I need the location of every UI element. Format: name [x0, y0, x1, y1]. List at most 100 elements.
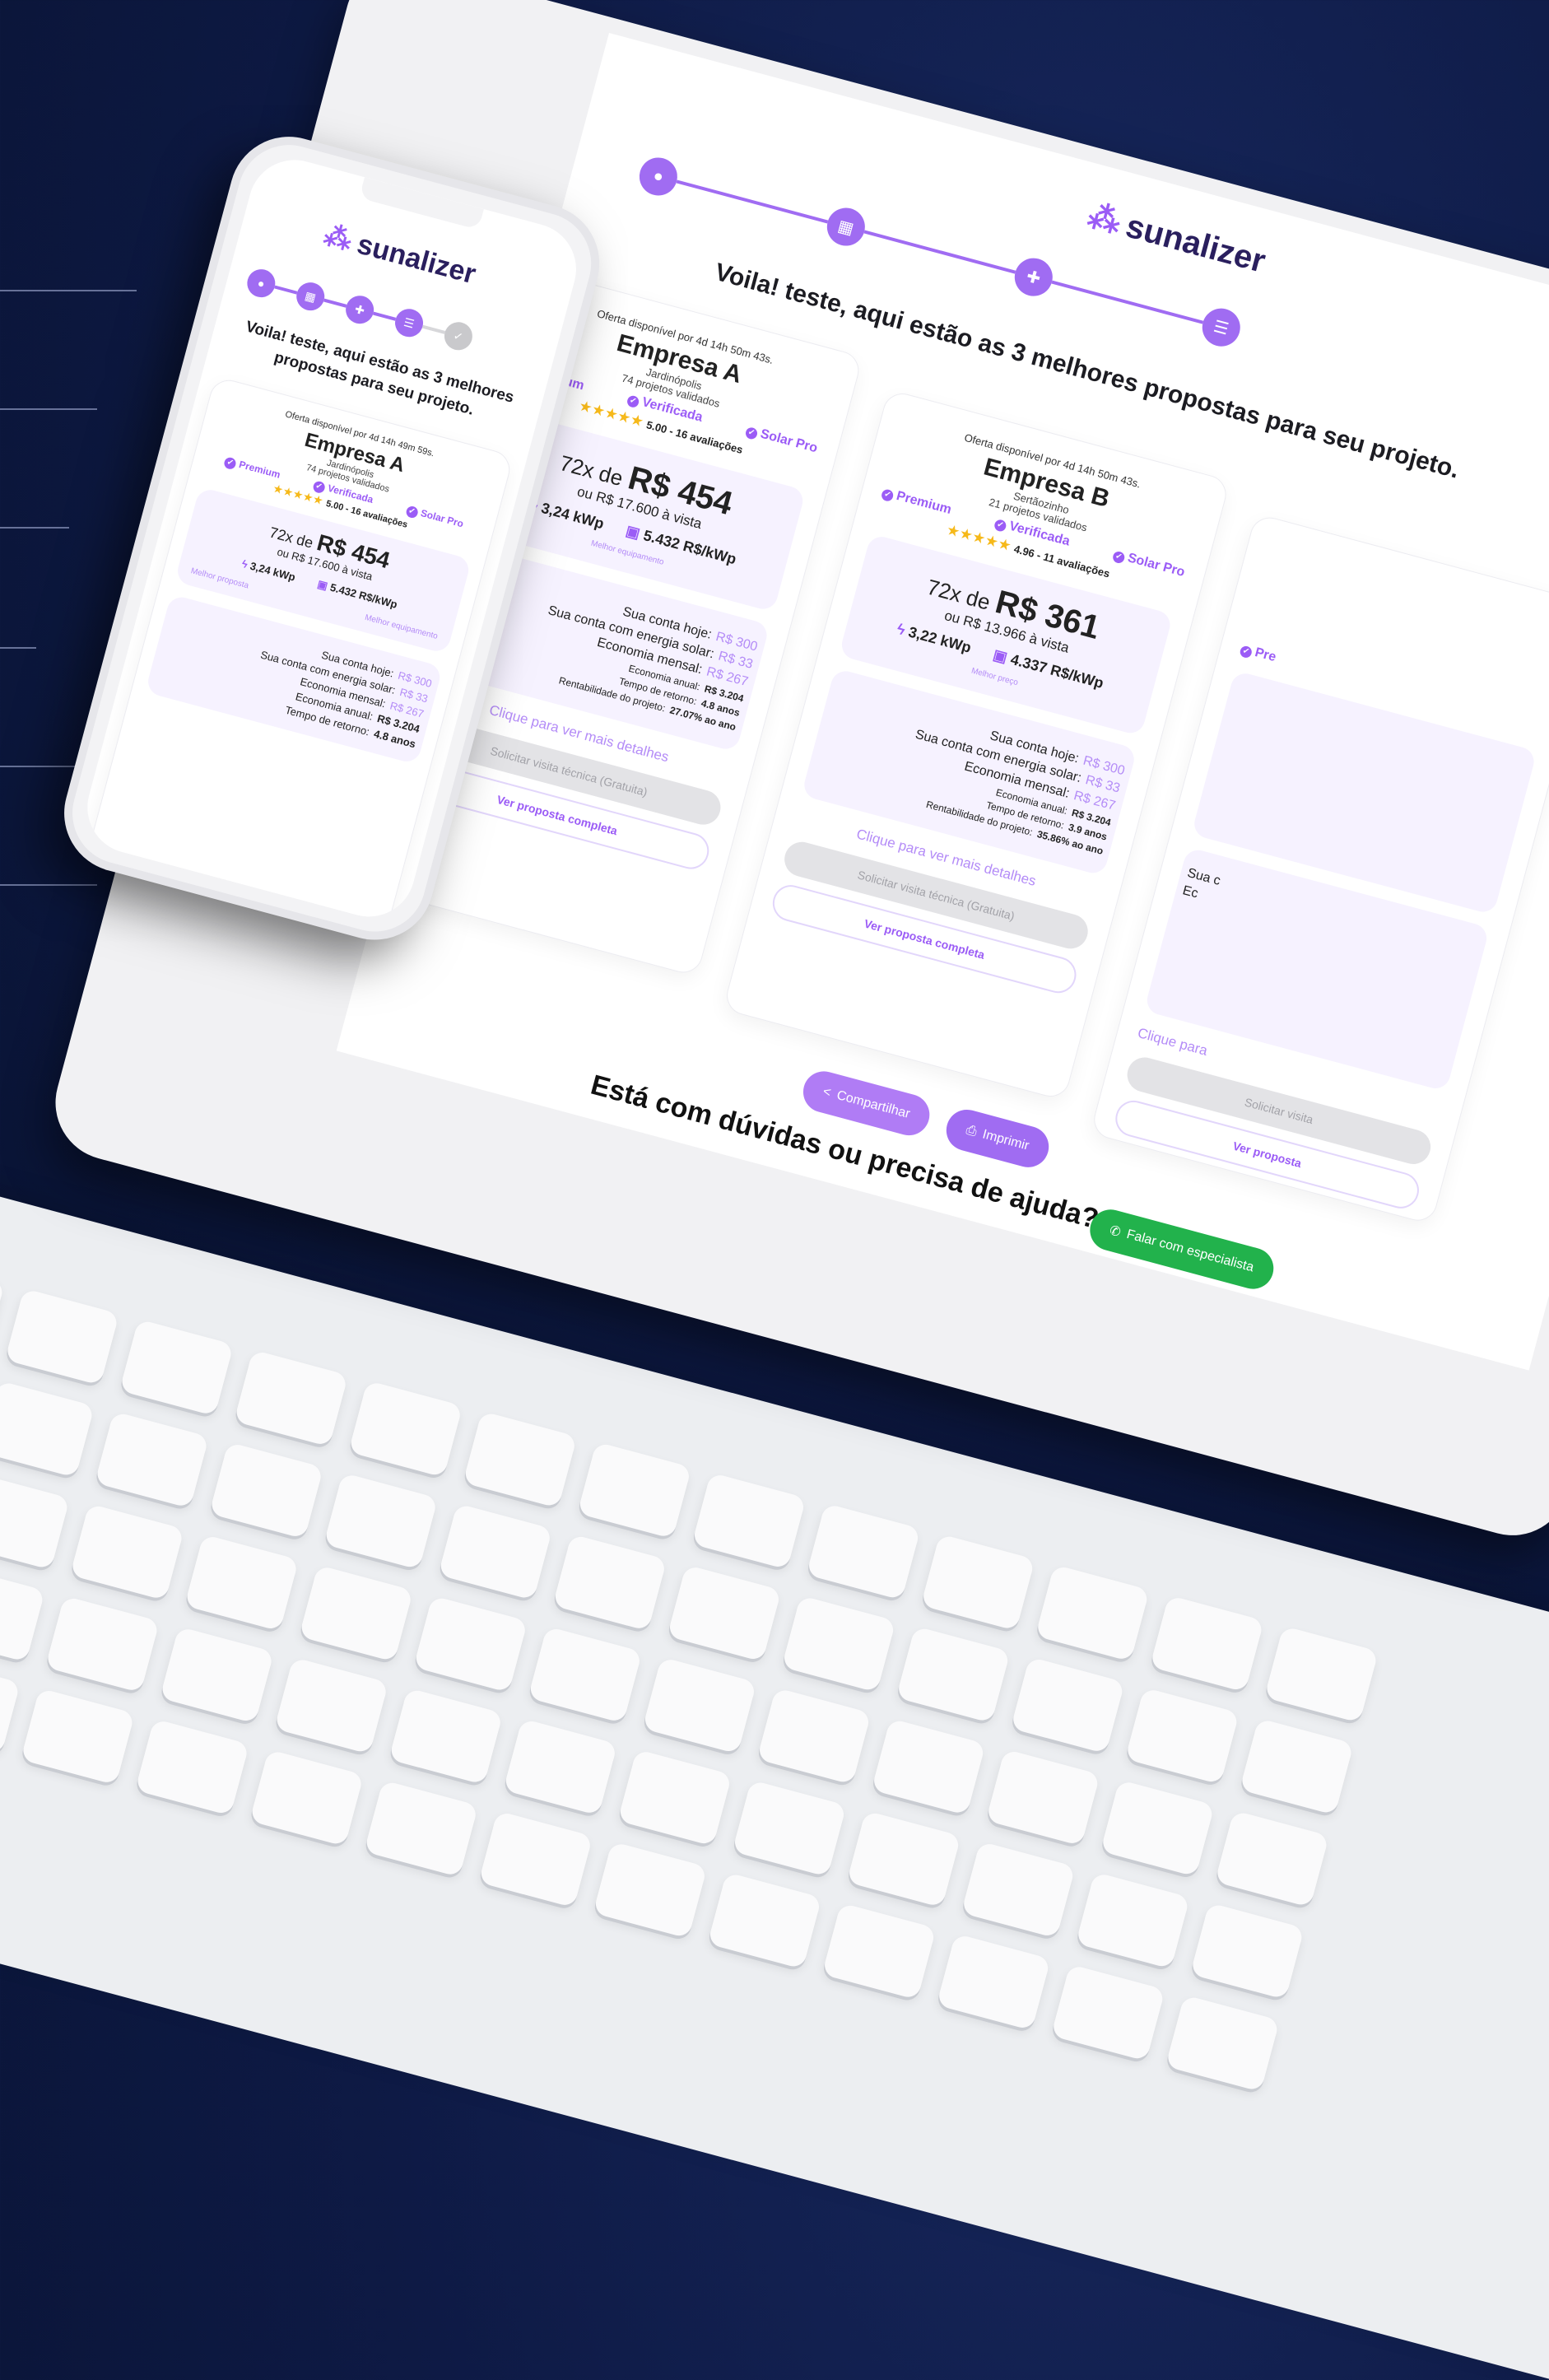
check-circle-icon: ✓: [880, 488, 895, 503]
key: [667, 1564, 782, 1662]
key: [756, 1687, 872, 1785]
check-circle-icon: ✓: [626, 394, 640, 409]
key: [985, 1749, 1100, 1847]
decor-line-4: [0, 647, 36, 649]
key: [1165, 1995, 1280, 2093]
key: [159, 1626, 275, 1724]
decor-line-1: [0, 290, 137, 291]
step-connector: [274, 285, 298, 295]
printer-icon: ⎙: [964, 1123, 979, 1139]
key: [478, 1810, 593, 1908]
key: [1263, 1625, 1379, 1723]
money-icon: ▣: [316, 577, 329, 593]
money-icon: ▣: [991, 645, 1010, 666]
bolt-icon: ϟ: [895, 620, 907, 639]
key: [1010, 1656, 1125, 1754]
step-user-icon[interactable]: ●: [244, 266, 279, 300]
key: [44, 1595, 160, 1693]
check-circle-icon: ✓: [744, 426, 759, 440]
key: [1100, 1779, 1215, 1877]
best-equipment-tag: Melhor equipamento: [363, 612, 439, 641]
key: [208, 1442, 324, 1539]
step-connector: [676, 179, 829, 224]
print-button[interactable]: ⎙ Imprimir: [942, 1105, 1054, 1172]
money-icon: ▣: [624, 522, 642, 543]
brand-name: sunalizer: [1122, 207, 1270, 280]
key: [348, 1380, 463, 1478]
share-icon: <: [821, 1084, 833, 1101]
key: [388, 1688, 504, 1786]
step-user-add-icon[interactable]: ✚: [1010, 254, 1057, 300]
phone-notch: [359, 177, 484, 231]
key: [895, 1626, 1011, 1724]
check-circle-icon: ✓: [993, 518, 1007, 533]
step-grid-icon[interactable]: ▦: [293, 279, 328, 314]
check-circle-icon: ✓: [1239, 645, 1254, 659]
key: [20, 1688, 136, 1786]
key: [0, 1657, 21, 1755]
key: [642, 1656, 757, 1754]
key: [249, 1749, 365, 1847]
bolt-icon: ϟ: [240, 557, 249, 571]
key: [552, 1534, 668, 1632]
key: [920, 1534, 1035, 1632]
key: [691, 1472, 807, 1570]
step-connector: [373, 311, 397, 321]
key: [234, 1349, 349, 1447]
key: [1124, 1687, 1240, 1785]
key: [413, 1595, 528, 1693]
key: [707, 1872, 822, 1969]
decor-line-3: [0, 527, 69, 529]
key: [438, 1503, 553, 1601]
step-connector: [1051, 280, 1204, 324]
key: [846, 1810, 961, 1908]
key: [806, 1502, 921, 1600]
step-connector: [421, 324, 445, 334]
key: [1149, 1595, 1264, 1693]
sun-icon: ⁂: [1083, 198, 1125, 241]
step-list-check-icon[interactable]: ☰: [1198, 304, 1244, 351]
step-user-add-icon[interactable]: ✚: [342, 292, 377, 328]
key: [0, 1380, 95, 1478]
key: [781, 1595, 896, 1693]
key: [1050, 1963, 1165, 2061]
key: [503, 1718, 618, 1816]
key: [1189, 1903, 1305, 2000]
step-grid-icon[interactable]: ▦: [822, 203, 870, 250]
key: [0, 1257, 5, 1355]
key: [69, 1503, 185, 1601]
key: [617, 1749, 733, 1847]
sun-icon: ⁂: [320, 219, 356, 258]
step-user-icon[interactable]: ●: [635, 153, 682, 200]
key: [1035, 1564, 1150, 1662]
check-circle-icon: ✓: [1111, 550, 1126, 565]
key: [732, 1779, 847, 1877]
key: [184, 1534, 300, 1632]
whatsapp-icon: ✆: [1108, 1223, 1123, 1241]
step-connector: [323, 298, 347, 308]
key: [94, 1411, 210, 1509]
logo: ⁂ sunalizer: [1084, 197, 1270, 281]
key: [821, 1903, 937, 2000]
key: [961, 1841, 1076, 1939]
key: [299, 1564, 414, 1662]
step-list-check-icon[interactable]: ☰: [392, 305, 426, 341]
brand-name: sunalizer: [354, 228, 480, 290]
key: [0, 1473, 70, 1571]
key: [1239, 1717, 1355, 1815]
best-proposal-tag: Melhor proposta: [189, 566, 250, 591]
key: [936, 1933, 1051, 2031]
logo: ⁂ sunalizer: [320, 219, 479, 291]
key: [1075, 1871, 1190, 1969]
step-connector: [863, 230, 1016, 274]
key: [577, 1442, 692, 1539]
key: [4, 1288, 120, 1386]
key: [0, 1565, 45, 1663]
decor-line-6: [0, 884, 97, 886]
step-check-icon[interactable]: ✓: [441, 319, 476, 354]
key: [119, 1319, 235, 1417]
key: [463, 1411, 578, 1508]
decor-line-2: [0, 408, 97, 410]
key: [528, 1626, 643, 1724]
key: [1214, 1809, 1330, 1907]
